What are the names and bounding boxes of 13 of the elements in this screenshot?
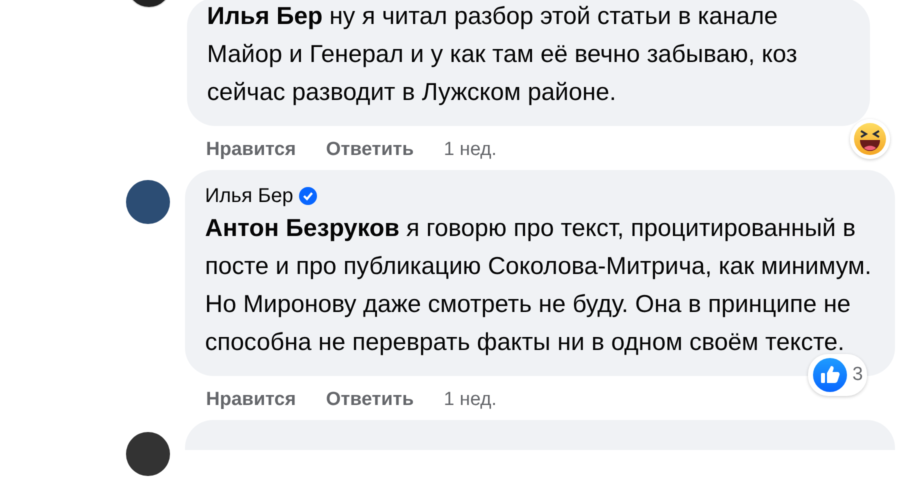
reaction-count-text: 3 — [852, 363, 863, 387]
comment-text: Илья Бер ну я читал разбор этой статьи в канале Майор и Генерал и у как там её вечно забываю, коз сейчас разводит в Лужском районе. — [207, 2, 798, 108]
author-name[interactable]: Илья Бер — [205, 182, 294, 210]
comment-time[interactable]: 1 нед. — [444, 139, 497, 161]
avatar[interactable] — [126, 432, 170, 476]
reply-link[interactable]: Ответить — [326, 139, 414, 161]
like-link[interactable]: Нравится — [206, 139, 296, 161]
reaction-count[interactable]: 3 — [808, 354, 867, 396]
avatar[interactable] — [126, 180, 170, 224]
like-link[interactable]: Нравится — [206, 389, 296, 411]
reply-link[interactable]: Ответить — [326, 389, 414, 411]
comment-time[interactable]: 1 нед. — [444, 389, 497, 411]
thumbs-up-icon — [812, 357, 848, 393]
